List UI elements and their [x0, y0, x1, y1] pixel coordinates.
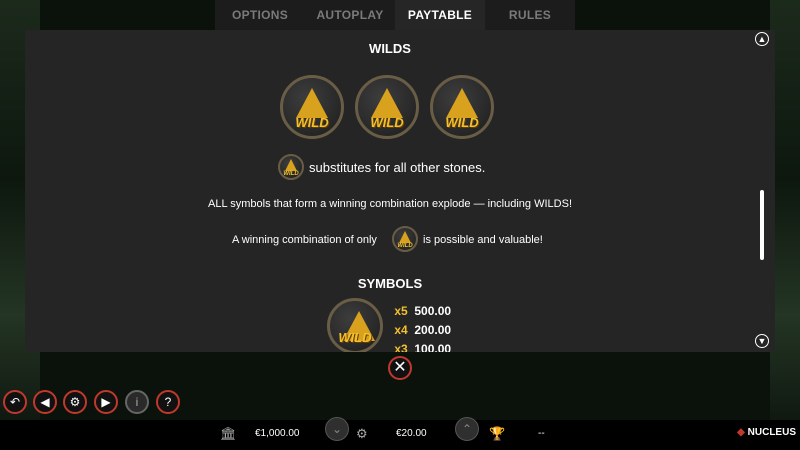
speaker-icon: ◀	[40, 395, 50, 409]
help-button[interactable]: ?	[156, 390, 180, 414]
sound-button[interactable]: ◀	[33, 390, 57, 414]
payout-multiplier: x4	[394, 323, 408, 337]
bet-decrease-button[interactable]: ⌄	[325, 417, 349, 441]
payout-value: 100.00	[414, 342, 452, 352]
pyramid-icon	[285, 159, 297, 171]
menu-tabs: OPTIONS AUTOPLAY PAYTABLE RULES	[215, 0, 575, 30]
play-button[interactable]: ▶	[94, 390, 118, 414]
back-arrow-icon: ↶	[9, 395, 21, 409]
payout-value: 500.00	[414, 304, 452, 318]
pyramid-icon	[371, 88, 403, 118]
tab-rules[interactable]: RULES	[485, 0, 575, 30]
wilds-heading: WILDS	[369, 41, 411, 56]
scroll-up-button[interactable]: ▲	[755, 32, 769, 46]
bank-icon: 🏛	[220, 426, 237, 441]
wild-label: WILD	[283, 171, 299, 177]
balance-value: €1,000.00	[255, 428, 300, 439]
brand-name: NUCLEUS	[747, 427, 796, 438]
brand-logo: ◆ NUCLEUS	[737, 427, 796, 438]
wild-label: WILD	[295, 115, 329, 130]
payout-multiplier: x3	[394, 342, 408, 352]
payout-multiplier: x5	[394, 304, 408, 318]
tab-autoplay[interactable]: AUTOPLAY	[305, 0, 395, 30]
tab-paytable[interactable]: PAYTABLE	[395, 0, 485, 30]
payout-row: x5 500.00	[391, 304, 451, 318]
chevron-down-icon: ⌄	[331, 422, 343, 436]
gear-icon: ⚙	[69, 395, 81, 409]
wild-label: WILD	[445, 115, 479, 130]
bet-increase-button[interactable]: ⌃	[455, 417, 479, 441]
wild-symbol-icon: WILD	[280, 75, 344, 139]
trophy-icon: 🏆	[489, 426, 506, 441]
info-button[interactable]: i	[125, 390, 149, 414]
info-icon: i	[135, 395, 139, 409]
explode-text: ALL symbols that form a winning combinat…	[208, 198, 572, 210]
pyramid-icon	[399, 231, 411, 243]
settings-button[interactable]: ⚙	[63, 390, 87, 414]
wild-small-icon: WILD	[392, 226, 418, 252]
symbols-heading: SYMBOLS	[357, 276, 423, 291]
wild-small-icon: WILD	[278, 154, 304, 180]
play-icon: ▶	[101, 395, 111, 409]
combo-prefix: A winning combination of only	[232, 234, 377, 246]
bet-value: €20.00	[396, 428, 427, 439]
tab-options[interactable]: OPTIONS	[215, 0, 305, 30]
wild-symbol-icon: WILD	[430, 75, 494, 139]
payout-row: x4 200.00	[391, 323, 451, 337]
payout-row: x3 100.00	[391, 342, 451, 352]
wild-label: WILD	[370, 115, 404, 130]
wild-symbol-icon: WILD	[327, 298, 383, 352]
back-button[interactable]: ↶	[3, 390, 27, 414]
pyramid-icon	[446, 88, 478, 118]
question-icon: ?	[164, 395, 172, 409]
close-button[interactable]: ✕	[388, 356, 412, 380]
chevron-up-icon: ⌃	[461, 422, 473, 436]
substitutes-text: substitutes for all other stones.	[309, 160, 486, 175]
payout-value: 200.00	[414, 323, 452, 337]
scrollbar-thumb[interactable]	[760, 190, 764, 260]
nucleus-logo-icon: ◆	[737, 427, 745, 438]
chip-icon: ⚙	[356, 426, 368, 441]
combo-suffix: is possible and valuable!	[423, 234, 543, 246]
pyramid-icon	[296, 88, 328, 118]
scroll-down-button[interactable]: ▼	[755, 334, 769, 348]
paytable-panel: WILDS WILD WILD WILD WILD substitutes fo…	[25, 30, 775, 352]
wild-label: WILD	[397, 243, 413, 249]
status-bar: 🏛 €1,000.00 ⚙ €20.00 🏆 -- ◆ NUCLEUS	[0, 420, 800, 450]
wild-label: WILD	[338, 330, 372, 345]
win-value: --	[538, 428, 545, 439]
wild-symbol-icon: WILD	[355, 75, 419, 139]
